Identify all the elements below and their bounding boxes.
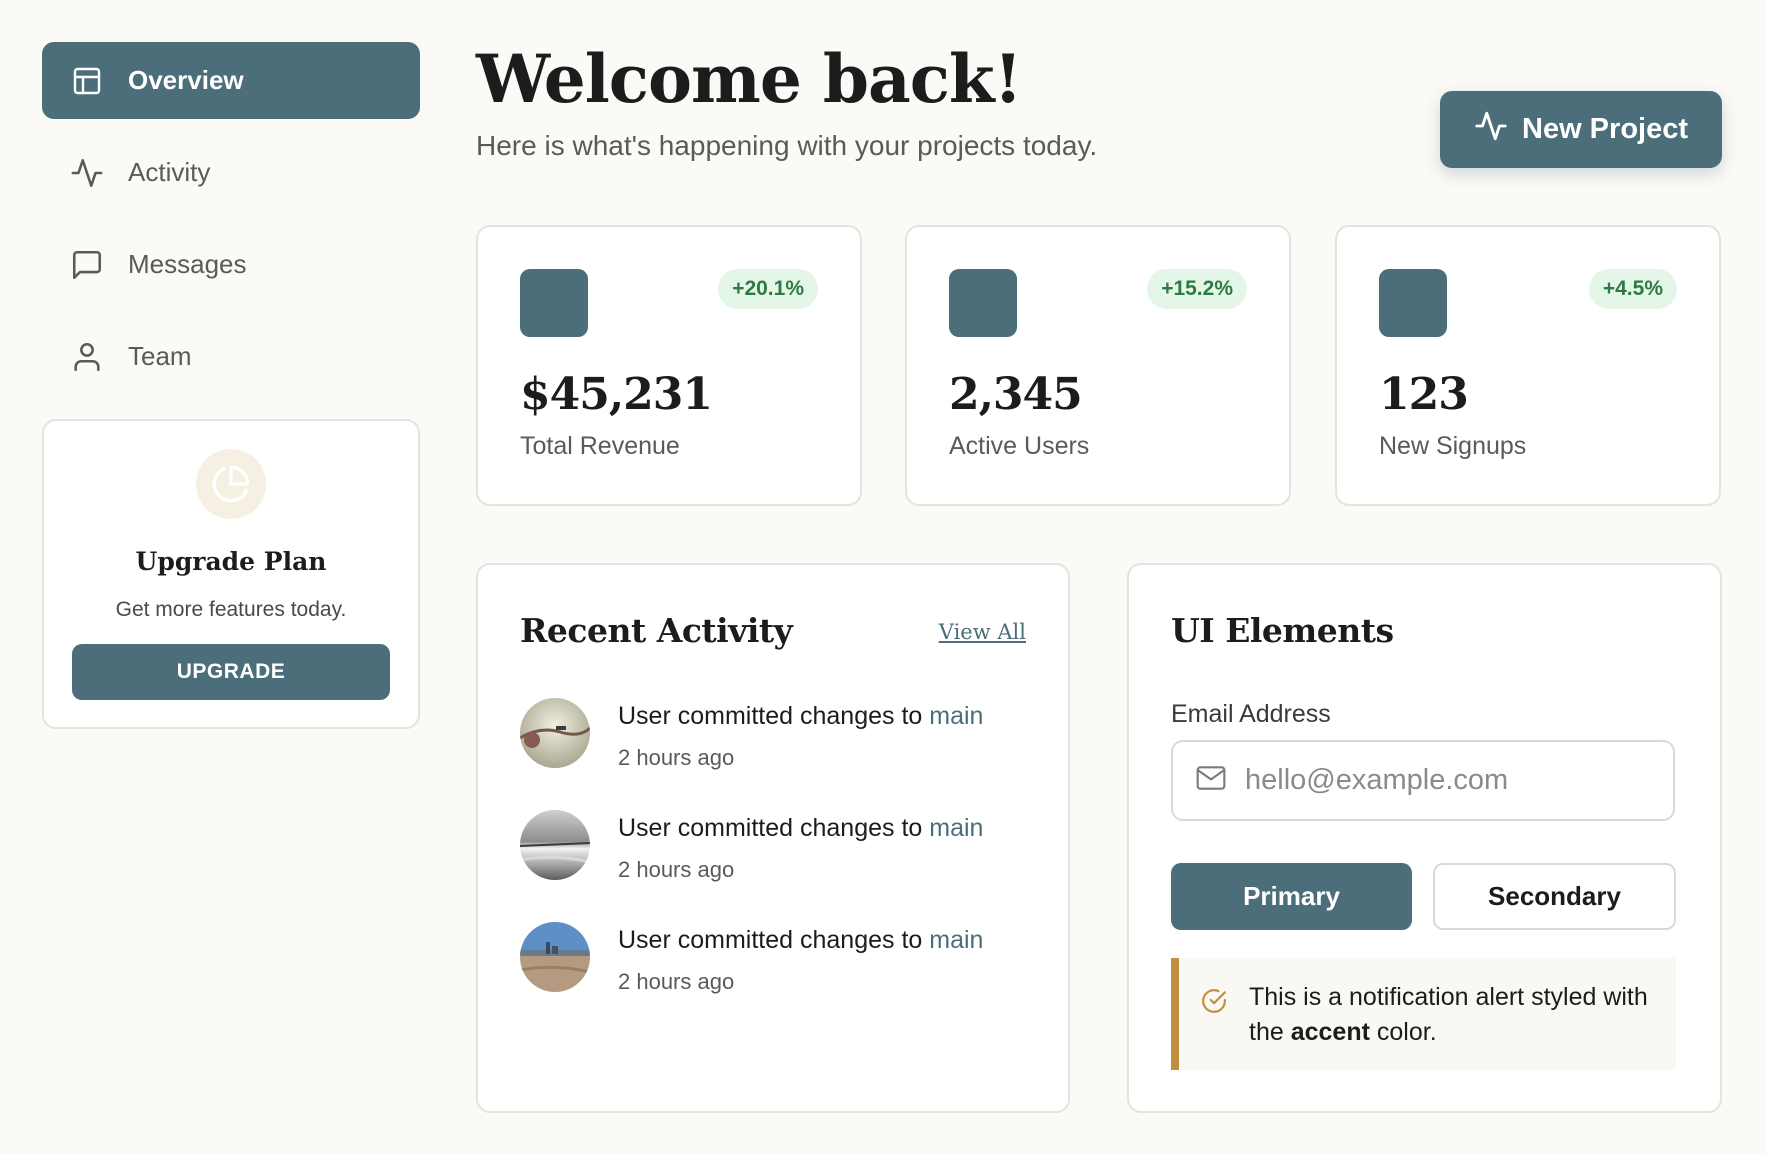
upgrade-button[interactable]: UPGRADE [72,644,390,700]
new-project-label: New Project [1522,113,1688,145]
email-field[interactable] [1171,740,1675,821]
panel-title: Recent Activity [520,611,793,650]
upgrade-title: Upgrade Plan [135,547,327,576]
stat-label: New Signups [1379,432,1527,460]
alert-bold-word: accent [1290,1018,1370,1046]
stat-card-revenue: +20.1% $45,231 Total Revenue [476,225,862,506]
stat-icon [520,269,588,337]
sidebar: Overview Activity Messages Team Upgrade … [42,42,420,729]
list-item[interactable]: User committed changes to main 2 hours a… [520,698,983,771]
email-input[interactable] [1245,764,1645,797]
upgrade-card: Upgrade Plan Get more features today. UP… [42,419,420,729]
sidebar-item-team[interactable]: Team [42,318,420,395]
primary-button[interactable]: Primary [1171,863,1412,930]
branch-name: main [929,702,984,730]
secondary-button[interactable]: Secondary [1433,863,1676,930]
stat-value: $45,231 [520,369,713,420]
avatar [520,698,590,768]
sidebar-item-label: Team [128,341,192,371]
mail-icon [1195,762,1227,799]
stat-icon [1379,269,1447,337]
panel-title: UI Elements [1171,611,1394,650]
check-circle-icon [1201,988,1229,1016]
sidebar-item-label: Messages [128,249,247,279]
stat-card-signups: +4.5% 123 New Signups [1335,225,1721,506]
activity-time: 2 hours ago [618,745,735,770]
avatar [520,922,590,992]
list-item[interactable]: User committed changes to main 2 hours a… [520,922,983,995]
activity-text: User committed changes to main [618,926,984,954]
stat-card-users: +15.2% 2,345 Active Users [905,225,1291,506]
layout-icon [70,64,104,98]
stat-value: 123 [1379,369,1469,420]
notification-alert: This is a notification alert styled with… [1171,958,1676,1070]
email-label: Email Address [1171,700,1331,728]
alert-text: This is a notification alert styled with… [1249,983,1648,1046]
activity-text: User committed changes to main [618,814,984,842]
sidebar-item-overview[interactable]: Overview [42,42,420,119]
branch-name: main [929,814,984,842]
pie-chart-icon [196,449,266,519]
page-title: Welcome back! [476,40,1023,118]
ui-elements-panel: UI Elements Email Address Primary Second… [1127,563,1722,1113]
stat-value: 2,345 [949,369,1083,420]
stat-icon [949,269,1017,337]
message-icon [70,248,104,282]
pulse-icon [1474,109,1508,151]
recent-activity-panel: Recent Activity View All User committed … [476,563,1070,1113]
stat-label: Total Revenue [520,432,680,460]
list-item[interactable]: User committed changes to main 2 hours a… [520,810,983,883]
sidebar-item-label: Activity [128,157,211,187]
sidebar-item-label: Overview [128,65,244,95]
activity-text: User committed changes to main [618,702,984,730]
branch-name: main [929,926,984,954]
stat-label: Active Users [949,432,1090,460]
change-badge: +4.5% [1588,269,1677,309]
change-badge: +15.2% [1147,269,1247,309]
change-badge: +20.1% [718,269,818,309]
avatar [520,810,590,880]
sidebar-item-activity[interactable]: Activity [42,134,420,211]
user-icon [70,340,104,374]
activity-time: 2 hours ago [618,969,735,994]
new-project-button[interactable]: New Project [1440,91,1722,168]
pulse-icon [70,156,104,190]
sidebar-item-messages[interactable]: Messages [42,226,420,303]
upgrade-subtitle: Get more features today. [115,598,347,621]
view-all-link[interactable]: View All [939,620,1026,644]
page-subtitle: Here is what's happening with your proje… [476,130,1098,161]
activity-time: 2 hours ago [618,857,735,882]
